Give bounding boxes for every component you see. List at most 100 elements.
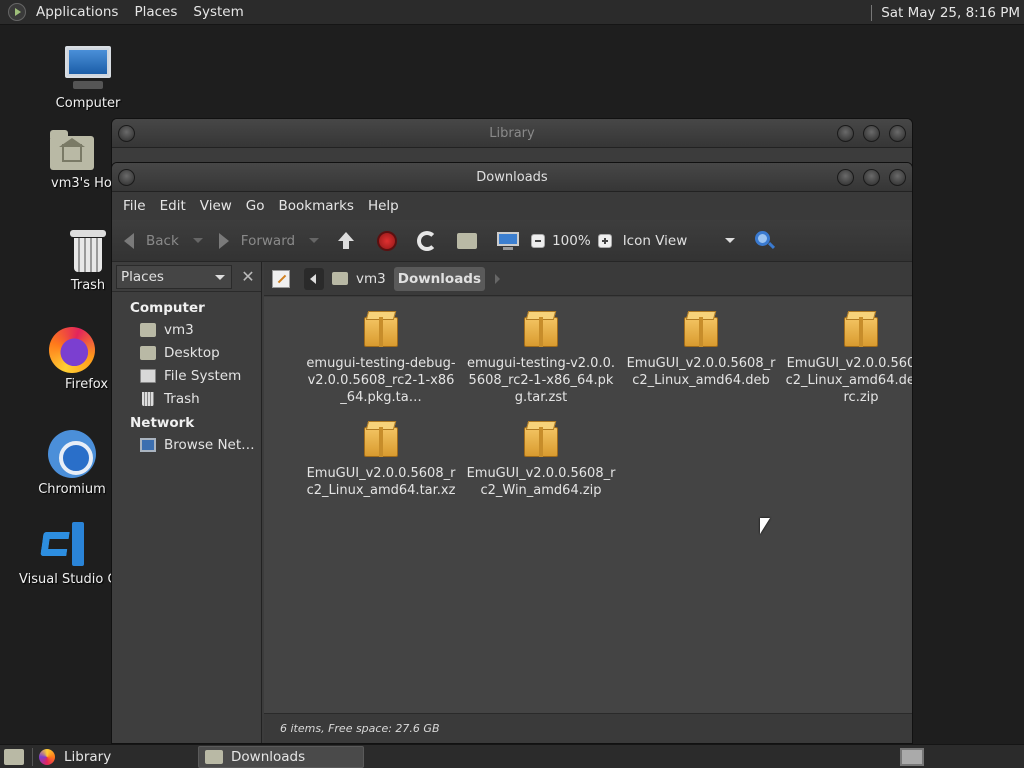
package-icon bbox=[684, 311, 718, 349]
file-name: EmuGUI_v2.0.0.5608_rc2_Linux_amd64.deb_s… bbox=[785, 356, 913, 405]
breadcrumb-label: Downloads bbox=[397, 270, 482, 287]
sidebar: Places ✕ Computer vm3 Desktop File Syste… bbox=[112, 262, 262, 743]
sidebar-item-vm3[interactable]: vm3 bbox=[112, 318, 261, 341]
zoom-in-icon[interactable] bbox=[597, 233, 612, 248]
desktop-icon-label: Firefox bbox=[65, 377, 109, 392]
taskbar-item-library[interactable]: Library bbox=[33, 746, 198, 768]
menu-system[interactable]: System bbox=[185, 4, 251, 20]
menu-file[interactable]: File bbox=[116, 198, 153, 214]
file-item[interactable]: emugui-testing-debug-v2.0.0.5608_rc2-1-x… bbox=[301, 311, 461, 406]
file-name: emugui-testing-debug-v2.0.0.5608_rc2-1-x… bbox=[306, 356, 456, 405]
show-desktop-icon[interactable] bbox=[4, 748, 24, 765]
sidebar-item-browse-network[interactable]: Browse Net… bbox=[112, 433, 261, 456]
desktop-icon-vscode[interactable]: Visual Studio Code bbox=[17, 522, 111, 587]
sidebar-item-label: vm3 bbox=[164, 321, 194, 338]
panel-separator bbox=[871, 4, 873, 21]
desktop-icon-firefox[interactable]: Firefox bbox=[33, 327, 111, 392]
view-mode-label: Icon View bbox=[622, 232, 688, 249]
sidebar-item-label: Desktop bbox=[164, 344, 220, 361]
distro-logo-icon[interactable] bbox=[8, 3, 26, 21]
view-mode-select[interactable]: Icon View bbox=[623, 233, 735, 249]
search-icon[interactable] bbox=[754, 230, 775, 251]
sidebar-item-file-system[interactable]: File System bbox=[112, 364, 261, 387]
menu-view[interactable]: View bbox=[193, 198, 239, 214]
menu-go[interactable]: Go bbox=[239, 198, 272, 214]
chromium-icon bbox=[48, 430, 96, 478]
desktop-icon-label: vm3's Home bbox=[51, 176, 111, 191]
file-name: EmuGUI_v2.0.0.5608_rc2_Linux_amd64.deb bbox=[626, 356, 776, 388]
file-item[interactable]: EmuGUI_v2.0.0.5608_rc2_Linux_amd64.deb bbox=[621, 311, 781, 389]
library-window-title: Library bbox=[489, 126, 535, 141]
menu-edit[interactable]: Edit bbox=[153, 198, 193, 214]
breadcrumb-back-button[interactable] bbox=[304, 267, 324, 290]
home-folder-icon bbox=[50, 130, 94, 170]
reload-icon[interactable] bbox=[417, 230, 438, 251]
home-icon bbox=[332, 272, 348, 285]
taskbar-item-label: Library bbox=[64, 748, 112, 765]
file-item[interactable]: EmuGUI_v2.0.0.5608_rc2_Linux_amd64.deb_s… bbox=[781, 311, 913, 406]
breadcrumb-downloads[interactable]: Downloads bbox=[393, 266, 486, 291]
package-icon bbox=[844, 311, 878, 349]
menu-places[interactable]: Places bbox=[126, 4, 185, 20]
taskbar-item-downloads[interactable]: Downloads bbox=[198, 745, 364, 768]
minimize-button[interactable] bbox=[837, 169, 854, 186]
sidebar-item-label: Browse Net… bbox=[164, 436, 255, 453]
maximize-button[interactable] bbox=[863, 169, 880, 186]
close-button[interactable] bbox=[889, 125, 906, 142]
sidebar-pane-select[interactable]: Places bbox=[116, 264, 232, 289]
trash-icon bbox=[142, 391, 154, 406]
sidebar-item-trash[interactable]: Trash bbox=[112, 387, 261, 410]
computer-icon[interactable] bbox=[497, 231, 520, 250]
computer-icon bbox=[63, 46, 113, 92]
sidebar-item-label: File System bbox=[164, 367, 242, 384]
package-icon bbox=[364, 421, 398, 459]
close-button[interactable] bbox=[889, 169, 906, 186]
workspace-switcher[interactable] bbox=[900, 747, 924, 766]
package-icon bbox=[524, 421, 558, 459]
back-arrow-icon bbox=[124, 232, 134, 249]
stop-icon[interactable] bbox=[377, 230, 398, 251]
breadcrumb-vm3[interactable]: vm3 bbox=[332, 267, 386, 291]
toolbar: Back Forward 100% Icon View bbox=[112, 220, 912, 262]
back-label: Back bbox=[146, 232, 179, 249]
forward-history-dropdown[interactable] bbox=[309, 238, 320, 243]
back-button[interactable]: Back bbox=[124, 232, 179, 249]
close-sidebar-icon[interactable]: ✕ bbox=[238, 267, 258, 287]
clock[interactable]: Sat May 25, 8:16 PM bbox=[881, 5, 1020, 21]
file-item[interactable]: EmuGUI_v2.0.0.5608_rc2_Linux_amd64.tar.x… bbox=[301, 421, 461, 499]
trash-icon bbox=[70, 230, 106, 274]
sidebar-item-label: Trash bbox=[164, 390, 200, 407]
forward-button[interactable]: Forward bbox=[218, 232, 296, 249]
home-icon[interactable] bbox=[457, 232, 478, 249]
breadcrumb-forward-icon[interactable] bbox=[495, 273, 501, 284]
sidebar-section-network: Network bbox=[130, 415, 195, 431]
menu-applications[interactable]: Applications bbox=[28, 4, 126, 20]
zoom-out-icon[interactable] bbox=[531, 233, 546, 248]
menu-bookmarks[interactable]: Bookmarks bbox=[272, 198, 361, 214]
sidebar-pane-label: Places bbox=[121, 268, 164, 285]
window-titlebar[interactable]: Downloads bbox=[112, 163, 912, 192]
chevron-down-icon bbox=[724, 238, 735, 243]
bottom-panel: Library Downloads bbox=[0, 744, 1024, 768]
sidebar-item-desktop[interactable]: Desktop bbox=[112, 341, 261, 364]
file-item[interactable]: emugui-testing-v2.0.0.5608_rc2-1-x86_64.… bbox=[461, 311, 621, 406]
up-arrow-icon[interactable] bbox=[337, 231, 355, 250]
network-icon bbox=[140, 437, 156, 452]
file-name: EmuGUI_v2.0.0.5608_rc2_Win_amd64.zip bbox=[466, 466, 616, 498]
desktop-icon-computer[interactable]: Computer bbox=[33, 46, 143, 111]
edit-location-icon[interactable] bbox=[272, 269, 290, 288]
file-manager-window[interactable]: Downloads File Edit View Go Bookmarks He… bbox=[111, 162, 913, 744]
file-view[interactable]: emugui-testing-debug-v2.0.0.5608_rc2-1-x… bbox=[264, 297, 912, 713]
maximize-button[interactable] bbox=[863, 125, 880, 142]
file-name: emugui-testing-v2.0.0.5608_rc2-1-x86_64.… bbox=[466, 356, 615, 405]
file-item[interactable]: EmuGUI_v2.0.0.5608_rc2_Win_amd64.zip bbox=[461, 421, 621, 499]
library-titlebar[interactable]: Library bbox=[112, 119, 912, 148]
desktop-icon-home[interactable]: vm3's Home bbox=[33, 130, 111, 191]
sidebar-section-computer: Computer bbox=[130, 300, 205, 316]
forward-label: Forward bbox=[240, 232, 296, 249]
package-icon bbox=[524, 311, 558, 349]
menu-help[interactable]: Help bbox=[361, 198, 406, 214]
back-history-dropdown[interactable] bbox=[192, 238, 203, 243]
minimize-button[interactable] bbox=[837, 125, 854, 142]
desktop-icon-label: Visual Studio Code bbox=[19, 572, 111, 587]
